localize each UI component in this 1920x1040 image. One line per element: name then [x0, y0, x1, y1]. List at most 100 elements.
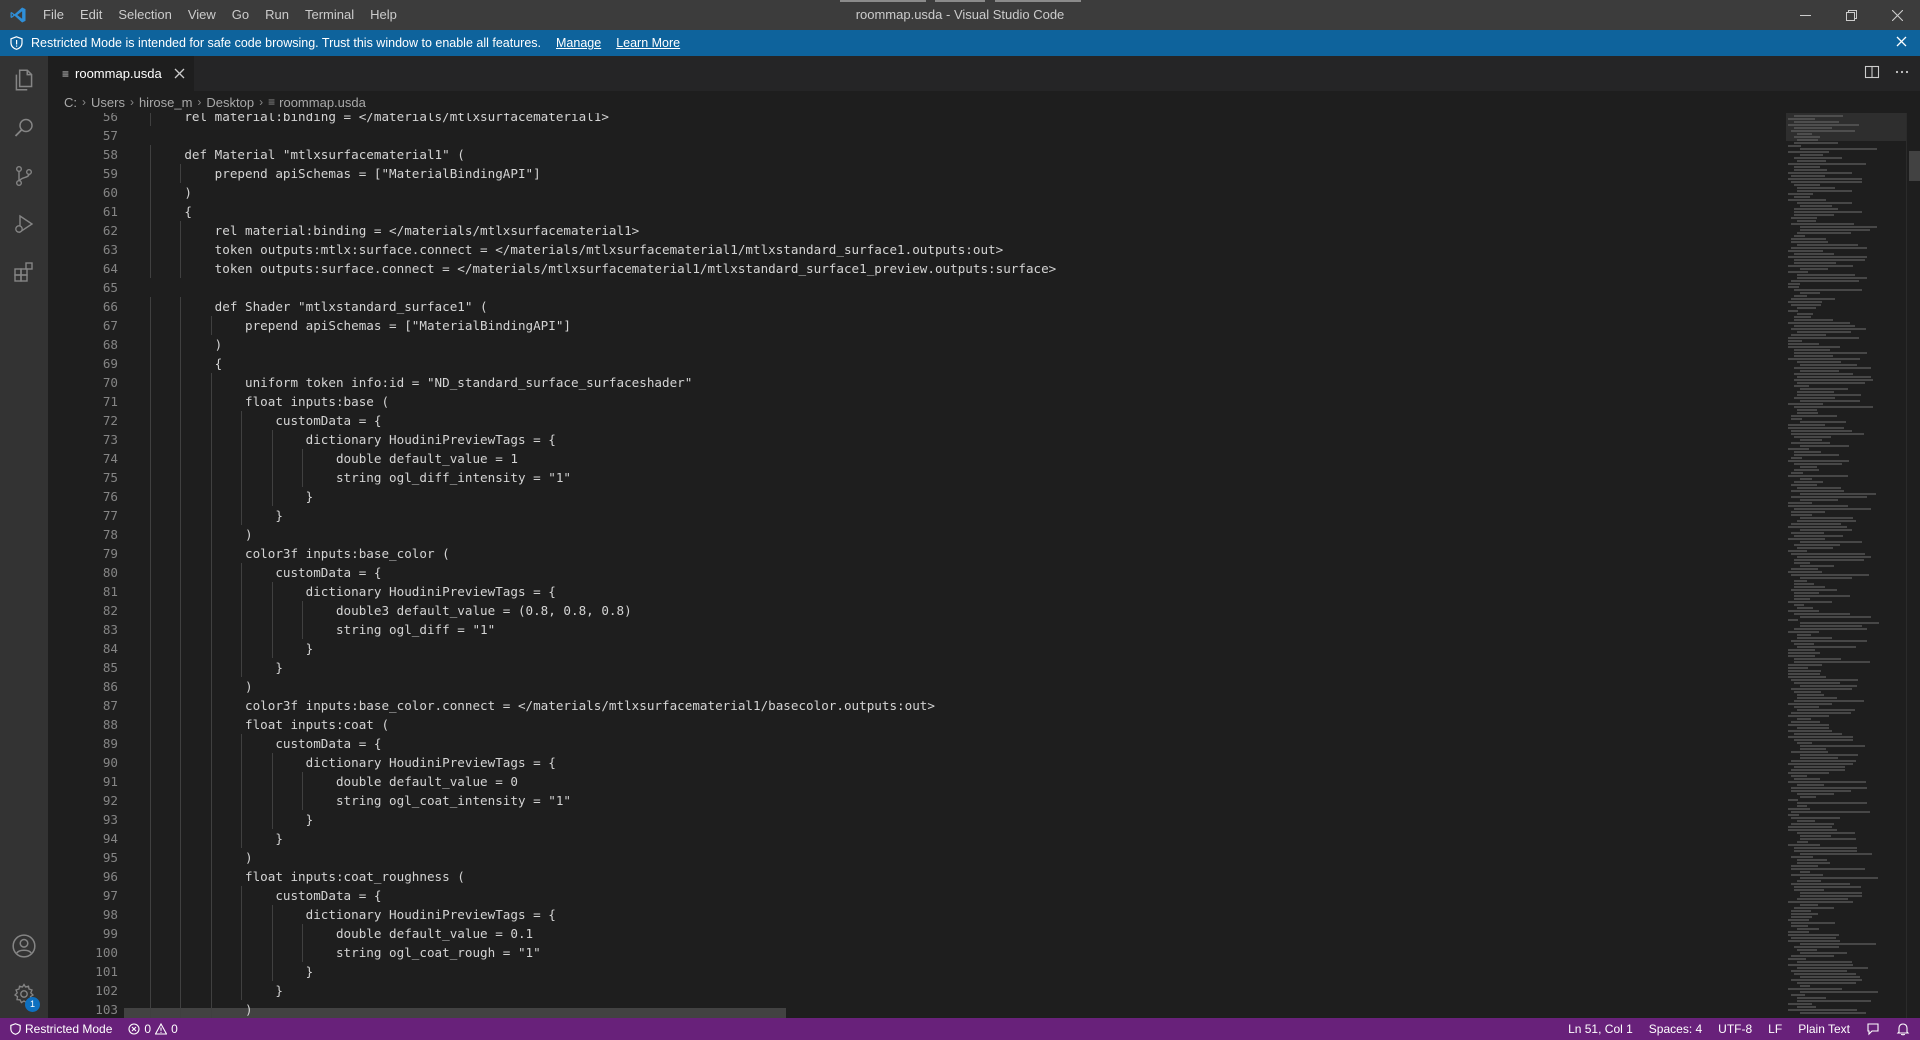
minimap-line [1797, 139, 1818, 141]
cursor-position[interactable]: Ln 51, Col 1 [1560, 1018, 1641, 1040]
minimap-line [1797, 232, 1851, 234]
close-window-button[interactable] [1874, 0, 1920, 30]
minimap[interactable] [1786, 113, 1906, 1018]
minimap-line [1794, 592, 1819, 594]
error-icon [128, 1023, 140, 1035]
breadcrumb-item[interactable]: roommap.usda [279, 95, 366, 110]
line-number: 81 [102, 584, 118, 599]
minimap-line [1794, 733, 1842, 735]
indent-guide [150, 449, 151, 468]
line-number: 100 [95, 945, 118, 960]
problems-indicator[interactable]: 0 0 [120, 1018, 185, 1040]
explorer-button[interactable] [0, 56, 48, 104]
indent-guide [150, 772, 151, 791]
learn-more-link[interactable]: Learn More [616, 36, 680, 50]
indent-guide [180, 487, 182, 506]
minimap-line [1794, 136, 1820, 138]
split-editor-button[interactable] [1864, 64, 1880, 83]
indentation[interactable]: Spaces: 4 [1641, 1018, 1710, 1040]
indent-guide [150, 430, 151, 449]
extensions-button[interactable] [0, 248, 48, 296]
search-button[interactable] [0, 104, 48, 152]
restricted-mode-indicator[interactable]: Restricted Mode [0, 1018, 121, 1040]
encoding[interactable]: UTF-8 [1710, 1018, 1760, 1040]
menu-help[interactable]: Help [362, 0, 405, 30]
minimap-line [1791, 334, 1826, 336]
breadcrumb-item[interactable]: C: [64, 95, 77, 110]
minimap-line [1791, 223, 1854, 225]
line-number: 99 [102, 926, 118, 941]
minimap-line [1794, 535, 1843, 537]
restore-button[interactable] [1828, 0, 1874, 30]
indent-guide [150, 867, 151, 886]
manage-settings-button[interactable]: 1 [0, 970, 48, 1018]
source-control-button[interactable] [0, 152, 48, 200]
tab-roommap-usda[interactable]: ≡ roommap.usda [48, 56, 194, 91]
minimap-line [1794, 169, 1827, 171]
banner-close-button[interactable] [1895, 35, 1908, 51]
minimize-button[interactable] [1782, 0, 1828, 30]
menu-selection[interactable]: Selection [110, 0, 179, 30]
menu-terminal[interactable]: Terminal [297, 0, 362, 30]
minimap-line [1788, 763, 1853, 765]
notifications-button[interactable] [1888, 1022, 1920, 1036]
indent-guide [150, 677, 151, 696]
more-actions-button[interactable] [1894, 64, 1910, 83]
file-icon: ≡ [62, 66, 70, 81]
minimap-line [1788, 808, 1810, 810]
menu-file[interactable]: File [35, 0, 72, 30]
minimap-line [1800, 976, 1860, 978]
accounts-button[interactable] [0, 922, 48, 970]
minimap-line [1797, 646, 1856, 648]
menu-view[interactable]: View [180, 0, 224, 30]
minimap-line [1788, 403, 1823, 405]
indent-guide [150, 905, 151, 924]
indent-guide [241, 753, 243, 772]
indent-guide [150, 791, 151, 810]
minimap-line [1797, 307, 1816, 309]
code-line: ) [154, 185, 192, 200]
minimap-line [1791, 979, 1862, 981]
manage-link[interactable]: Manage [556, 36, 601, 50]
warning-count: 0 [171, 1022, 178, 1036]
tab-close-button[interactable] [174, 68, 185, 79]
indent-guide [271, 487, 273, 506]
minimap-line [1791, 514, 1812, 516]
minimap-line [1800, 478, 1812, 480]
minimap-line [1791, 787, 1867, 789]
line-number: 70 [102, 375, 118, 390]
indent-guide [150, 753, 151, 772]
indent-guide [180, 981, 182, 1000]
feedback-button[interactable] [1858, 1022, 1888, 1036]
end-of-line[interactable]: LF [1760, 1018, 1790, 1040]
indent-guide [210, 810, 212, 829]
minimap-line [1800, 616, 1871, 618]
minimap-line [1800, 838, 1856, 840]
minimap-line [1794, 166, 1820, 168]
title-bar: File Edit Selection View Go Run Terminal… [0, 0, 1920, 30]
indent-guide [150, 639, 151, 658]
minimap-line [1794, 544, 1840, 546]
minimap-line [1794, 121, 1839, 123]
code-line: dictionary HoudiniPreviewTags = { [154, 907, 556, 922]
minimap-line [1791, 217, 1817, 219]
indent-guide [302, 468, 303, 487]
minimap-line [1800, 499, 1838, 501]
vertical-scrollbar[interactable] [1906, 113, 1920, 1018]
language-mode[interactable]: Plain Text [1790, 1018, 1858, 1040]
breadcrumb-item[interactable]: Users [91, 95, 125, 110]
menu-run[interactable]: Run [257, 0, 297, 30]
menu-edit[interactable]: Edit [72, 0, 110, 30]
code-editor[interactable]: 56 rel material:binding = </materials/mt… [48, 113, 1786, 1018]
indent-guide [271, 620, 273, 639]
minimap-line [1800, 400, 1860, 402]
scrollbar-thumb[interactable] [1909, 151, 1920, 181]
minimap-line [1788, 736, 1853, 738]
breadcrumb-item[interactable]: hirose_m [139, 95, 192, 110]
indent-guide [271, 924, 273, 943]
breadcrumb-item[interactable]: Desktop [206, 95, 254, 110]
menu-go[interactable]: Go [224, 0, 257, 30]
minimap-line [1791, 916, 1812, 918]
run-debug-button[interactable] [0, 200, 48, 248]
indent-guide [180, 373, 182, 392]
